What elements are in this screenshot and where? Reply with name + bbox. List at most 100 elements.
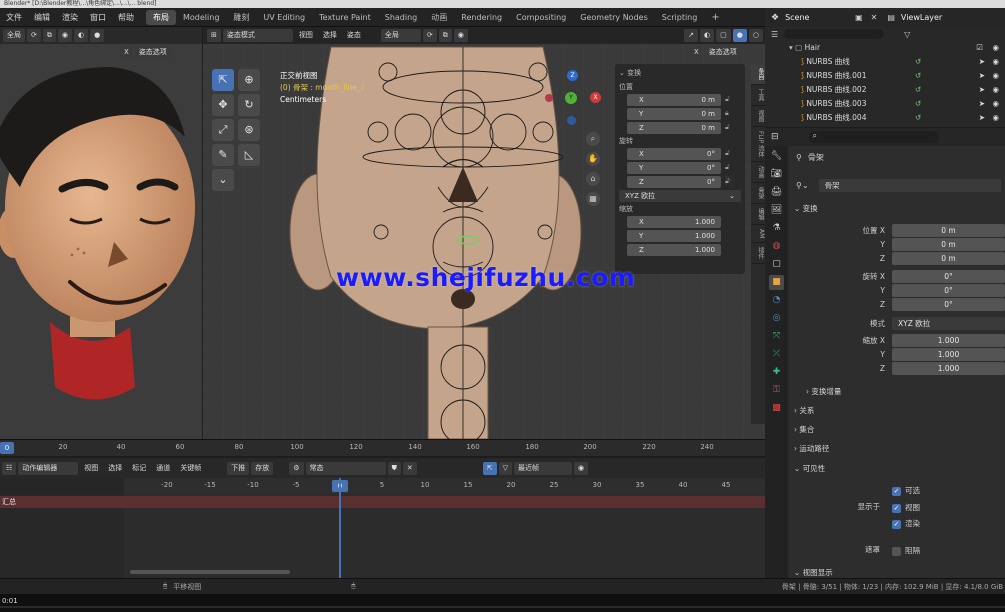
gizmo-y[interactable]: Y xyxy=(565,92,577,104)
prop-scale-z[interactable]: 1.000 xyxy=(892,362,1005,375)
dopesheet-ruler[interactable]: -20 -15 -10 -5 0 5 10 15 20 25 30 35 40 … xyxy=(0,478,765,494)
measure-tool-icon[interactable]: ◺ xyxy=(238,144,260,166)
rotation-z-field[interactable]: Z 0° xyxy=(627,176,721,188)
collection-tab-icon[interactable]: ▢ xyxy=(769,257,784,272)
lock-icon[interactable]: 🔓︎ xyxy=(725,123,730,132)
action-browse-icon[interactable]: ⚙ xyxy=(289,461,304,475)
prop-scale-x[interactable]: 1.000 xyxy=(892,334,1005,347)
fake-user-icon[interactable]: ⛊ xyxy=(387,461,401,475)
snap-dropdown[interactable]: 最近帧 xyxy=(513,461,572,475)
tab-armature[interactable]: 骨架 xyxy=(751,183,765,205)
pivot-icon[interactable]: ⟳ xyxy=(422,29,437,42)
lock-icon[interactable]: 🔒︎ xyxy=(725,109,729,118)
texture-tab-icon[interactable]: ▩ xyxy=(769,401,784,416)
show-render-checkbox[interactable]: ✓ 渲染 xyxy=(892,518,920,529)
view-layer-icon[interactable]: ▤ xyxy=(887,13,895,22)
modifiers-tab-icon[interactable]: ◔ xyxy=(769,293,784,308)
tab-shading[interactable]: Shading xyxy=(378,10,425,25)
menu-render[interactable]: 渲染 xyxy=(56,8,84,27)
select-icon[interactable]: ➤ xyxy=(979,55,985,69)
gizmo-toggle-icon[interactable]: ↗ xyxy=(684,29,699,42)
gizmo-z[interactable]: Z xyxy=(567,70,578,81)
properties-editor-icon[interactable]: ⊟ xyxy=(771,132,779,142)
snap-icon[interactable]: ⧉ xyxy=(438,29,452,42)
menu-view[interactable]: 视图 xyxy=(295,29,317,42)
stash-button[interactable]: 存放 xyxy=(251,461,274,475)
action-editor-dropdown[interactable]: 动作编辑器 xyxy=(18,461,79,475)
tab-layout[interactable]: 布局 xyxy=(146,9,176,25)
scale-tool-icon[interactable]: ⤢ xyxy=(212,119,234,141)
timeline-current-frame[interactable]: 0 xyxy=(0,442,14,454)
tab-addon[interactable]: 插件 xyxy=(751,243,765,265)
transform-header[interactable]: ⌄ 变换 xyxy=(615,68,745,79)
outliner-item[interactable]: ⟆ NURBS 曲线.001 ↺ ➤ ◉ xyxy=(765,69,1005,83)
eye-icon[interactable]: ◉ xyxy=(992,69,999,83)
object-name[interactable]: 骨架 xyxy=(808,152,824,163)
unlink-action-icon[interactable]: ✕ xyxy=(402,461,417,475)
scene-name[interactable]: Scene xyxy=(785,13,855,22)
dopesheet-menu-select[interactable]: 选择 xyxy=(104,462,126,475)
prop-scale-y[interactable]: 1.000 xyxy=(892,348,1005,361)
scene-tab-icon[interactable]: ⚗ xyxy=(769,221,784,236)
tab-animation[interactable]: 动画 xyxy=(751,162,765,184)
lock-icon[interactable]: 🔓︎ xyxy=(725,163,730,172)
select-icon[interactable]: ➤ xyxy=(979,69,985,83)
outliner-item[interactable]: ⟆ NURBS 曲线.002 ↺ ➤ ◉ xyxy=(765,83,1005,97)
pose-mode-dropdown[interactable]: 姿态模式 xyxy=(222,29,293,42)
rotation-y-field[interactable]: Y 0° xyxy=(627,162,721,174)
render-tab-icon[interactable]: 📷︎ xyxy=(769,167,784,182)
data-tab-icon[interactable]: ✚ xyxy=(769,365,784,380)
modifier-icon[interactable]: ↺ xyxy=(915,97,921,111)
tool-tab-icon[interactable]: 🔧︎ xyxy=(769,149,784,164)
tab-flip-fluids[interactable]: FLIP 流体 xyxy=(751,127,765,163)
horizontal-scrollbar[interactable] xyxy=(130,570,290,574)
world-tab-icon[interactable]: ◍ xyxy=(769,239,784,254)
outliner-item[interactable]: ⟆ NURBS 曲线 ↺ ➤ ◉ xyxy=(765,55,1005,69)
outliner-search-input[interactable] xyxy=(784,29,885,39)
show-viewport-checkbox[interactable]: ✓ 视图 xyxy=(892,502,920,513)
armature-data-icon[interactable]: ⚲⌄ xyxy=(796,181,809,190)
tab-edit[interactable]: 编辑 xyxy=(751,204,765,226)
proportional-icon[interactable]: ◉ xyxy=(453,29,468,42)
checkbox-icon[interactable]: ☑ xyxy=(976,41,983,55)
left-view-dropdown[interactable]: 全局 xyxy=(3,29,25,42)
tab-geometry-nodes[interactable]: Geometry Nodes xyxy=(573,10,654,25)
overlay-icon[interactable]: ◐ xyxy=(700,29,715,42)
pan-hand-icon[interactable]: ✋ xyxy=(586,152,600,166)
mirror-x-toggle[interactable]: X xyxy=(120,46,133,59)
zoom-icon[interactable]: ⌕ xyxy=(586,132,600,146)
view-layer-name[interactable]: ViewLayer xyxy=(901,13,942,22)
new-scene-icon[interactable]: ▣ xyxy=(855,13,863,22)
outliner-item[interactable]: ⟆ NURBS 曲线.004 ↺ ➤ ◉ xyxy=(765,111,1005,125)
location-y-field[interactable]: Y0 m xyxy=(627,108,721,120)
select-tool-icon[interactable]: ⇱ xyxy=(482,461,497,475)
view-layer-tab-icon[interactable]: 🖼︎ xyxy=(769,203,784,218)
viewport-display-section[interactable]: ⌄ 视图显示 xyxy=(794,566,833,578)
annotate-tool-icon[interactable]: ✎ xyxy=(212,144,234,166)
rotation-x-field[interactable]: X 0° xyxy=(627,148,721,160)
menu-pose[interactable]: 姿态 xyxy=(343,29,365,42)
prop-location-y[interactable]: 0 m xyxy=(892,238,1005,251)
select-icon[interactable]: ➤ xyxy=(979,97,985,111)
dopesheet-menu-marker[interactable]: 标记 xyxy=(128,462,150,475)
menu-file[interactable]: 文件 xyxy=(0,8,28,27)
orientation-dropdown[interactable]: 全局 xyxy=(380,29,421,42)
properties-search-input[interactable]: ⌕ xyxy=(808,131,939,143)
eye-icon[interactable]: ◉ xyxy=(992,111,999,125)
eye-icon[interactable]: ◉ xyxy=(992,83,999,97)
proportional-edit-icon[interactable]: ◉ xyxy=(573,461,589,475)
prop-location-z[interactable]: 0 m xyxy=(892,252,1005,265)
prop-location-x[interactable]: 0 m xyxy=(892,224,1005,237)
transform-section[interactable]: ⌄ 变换 xyxy=(794,202,818,216)
push-down-button[interactable]: 下推 xyxy=(227,461,250,475)
camera-viewport[interactable] xyxy=(0,27,202,439)
select-tool-icon[interactable]: ⇱ xyxy=(212,69,234,91)
visibility-section[interactable]: ⌄ 可见性 xyxy=(794,462,825,476)
pose-options-dropdown[interactable]: 姿态选项 xyxy=(704,46,755,59)
summary-row[interactable]: 汇总 xyxy=(0,496,765,508)
constraints-tab-icon[interactable]: ⤫ xyxy=(769,347,784,362)
delta-transform-section[interactable]: › 变换增量 xyxy=(806,385,841,399)
object-tab-icon[interactable]: ■ xyxy=(769,275,784,290)
editor-type-icon[interactable]: ⊞ xyxy=(207,29,221,42)
relations-section[interactable]: › 关系 xyxy=(794,404,814,418)
